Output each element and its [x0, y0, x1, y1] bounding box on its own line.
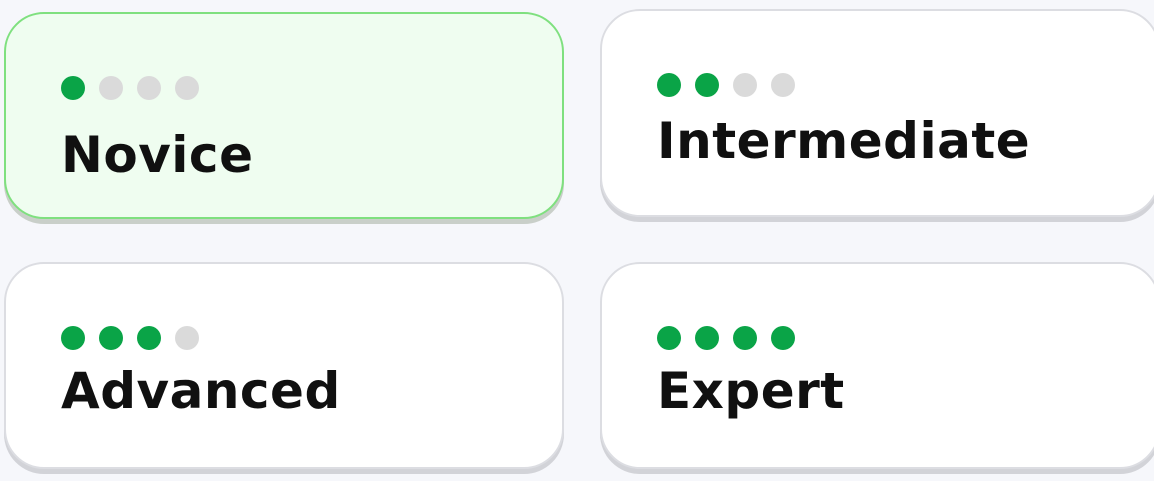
level-dot-filled [695, 73, 719, 97]
level-dot-filled [657, 73, 681, 97]
level-dot-empty [771, 73, 795, 97]
level-label: Intermediate [657, 112, 1031, 170]
level-dot-empty [137, 76, 161, 100]
level-option-advanced[interactable]: Advanced [4, 262, 564, 469]
level-dot-filled [733, 326, 757, 350]
level-dot-empty [175, 76, 199, 100]
level-option-novice[interactable]: Novice [4, 12, 564, 219]
level-dot-filled [137, 326, 161, 350]
level-label: Expert [657, 362, 845, 420]
level-label: Advanced [61, 362, 341, 420]
level-dot-filled [61, 76, 85, 100]
level-indicator [61, 326, 199, 350]
level-dot-filled [695, 326, 719, 350]
level-dot-filled [657, 326, 681, 350]
level-dot-empty [733, 73, 757, 97]
level-label: Novice [61, 126, 254, 184]
level-dot-filled [771, 326, 795, 350]
level-dot-filled [99, 326, 123, 350]
level-indicator [657, 326, 795, 350]
level-dot-empty [99, 76, 123, 100]
level-indicator [61, 76, 199, 100]
level-indicator [657, 73, 795, 97]
level-option-intermediate[interactable]: Intermediate [600, 9, 1154, 217]
level-option-expert[interactable]: Expert [600, 262, 1154, 469]
level-dot-empty [175, 326, 199, 350]
level-dot-filled [61, 326, 85, 350]
